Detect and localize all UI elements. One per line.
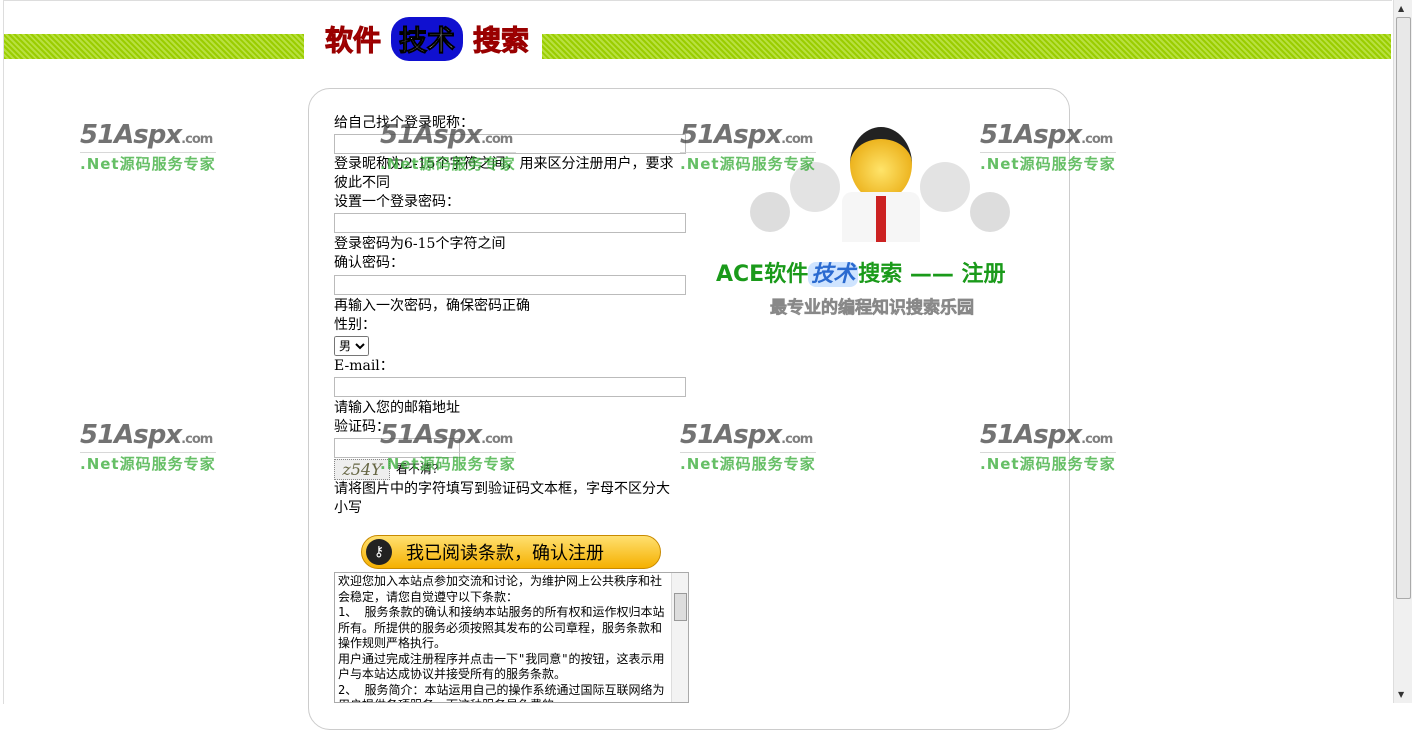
gender-label: 性别： (334, 317, 376, 333)
captcha-hint: 请将图片中的字符填写到验证码文本框，字母不区分大小写 (334, 481, 670, 516)
hero-banner: ACE软件 技术 搜索 —— 注册 最专业的编程知识搜索乐园 (700, 118, 1050, 318)
captcha-input[interactable] (334, 438, 460, 458)
logo-text: 软件 (324, 24, 382, 58)
password-label: 设置一个登录密码： (334, 194, 460, 210)
captcha-image[interactable]: z54Y (334, 459, 390, 480)
terms-textarea[interactable]: 欢迎您加入本站点参加交流和讨论，为维护网上公共秩序和社会稳定，请您自觉遵守以下条… (334, 572, 689, 703)
captcha-label: 验证码： (334, 419, 390, 435)
password-input[interactable] (334, 213, 686, 233)
nickname-input[interactable] (334, 134, 686, 154)
email-label: E-mail： (334, 358, 394, 374)
logo-text: 搜索 (473, 24, 530, 58)
site-logo: 软件 技术 搜索 (324, 17, 530, 61)
submit-label: 我已阅读条款，确认注册 (406, 543, 604, 564)
scroll-down-icon[interactable]: ▼ (1398, 690, 1404, 699)
email-input[interactable] (334, 377, 686, 397)
confirm-hint: 再输入一次密码，确保密码正确 (334, 298, 530, 314)
confirm-password-input[interactable] (334, 275, 686, 295)
hero-subtitle: 最专业的编程知识搜索乐园 (770, 298, 975, 319)
nickname-hint: 登录昵称为2-15个字符之间，用来区分注册用户，要求彼此不同 (334, 156, 674, 191)
page-scrollbar[interactable]: ▲ ▼ (1393, 0, 1412, 703)
header-band-right (542, 34, 1391, 59)
terms-scrollbar[interactable] (671, 573, 688, 702)
hero-title: ACE软件 技术 搜索 —— 注册 (716, 262, 1006, 287)
header-band-left (4, 34, 304, 59)
key-icon: ⚷ (366, 539, 392, 565)
logo-text: 技术 (391, 17, 464, 61)
people-illustration (750, 122, 1010, 242)
gender-select[interactable]: 男 (334, 336, 369, 356)
captcha-refresh-link[interactable]: 看不清? (396, 460, 438, 479)
email-hint: 请输入您的邮箱地址 (334, 400, 460, 416)
register-form: 给自己找个登录昵称： 登录昵称为2-15个字符之间，用来区分注册用户，要求彼此不… (334, 114, 686, 518)
confirm-label: 确认密码： (334, 255, 404, 271)
scroll-up-icon[interactable]: ▲ (1398, 4, 1404, 13)
scroll-thumb[interactable] (1396, 17, 1411, 599)
submit-register-button[interactable]: ⚷ 我已阅读条款，确认注册 (361, 535, 661, 569)
nickname-label: 给自己找个登录昵称： (334, 115, 474, 131)
password-hint: 登录密码为6-15个字符之间 (334, 236, 506, 252)
